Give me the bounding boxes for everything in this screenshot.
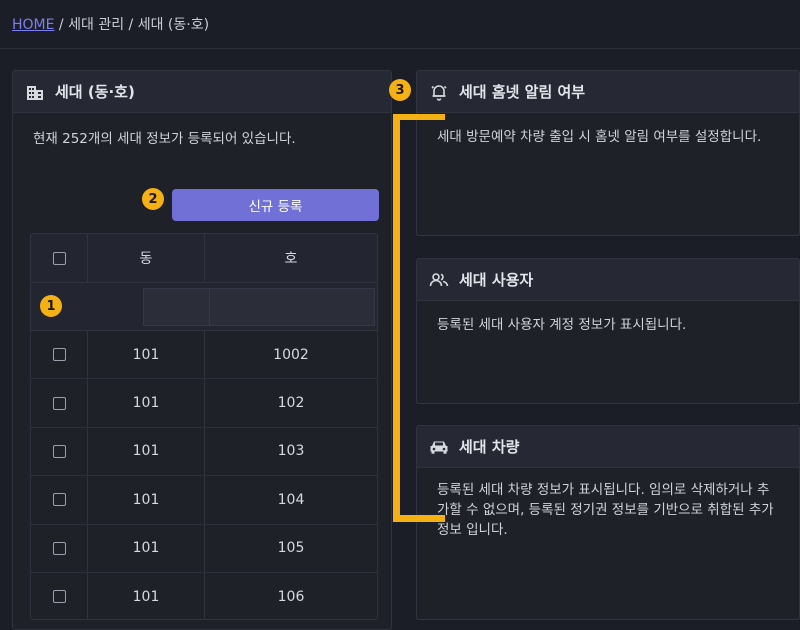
annotation-badge-1: 1 bbox=[40, 295, 62, 317]
table-row[interactable]: 101 102 bbox=[31, 379, 377, 428]
table-row[interactable]: 101 1002 bbox=[31, 331, 377, 380]
table-row[interactable]: 101 106 bbox=[31, 572, 377, 619]
homenet-alarm-title: 세대 홈넷 알림 여부 bbox=[459, 83, 586, 101]
row-checkbox[interactable] bbox=[52, 590, 66, 604]
row-dong: 101 bbox=[132, 588, 160, 605]
homenet-alarm-header: 세대 홈넷 알림 여부 bbox=[417, 71, 799, 113]
row-ho: 105 bbox=[277, 540, 305, 557]
household-panel-header: 세대 (동·호) bbox=[13, 71, 391, 113]
annotation-bracket-vertical bbox=[393, 114, 400, 522]
column-header-dong[interactable]: 동 bbox=[140, 248, 153, 268]
breadcrumb-separator: / bbox=[124, 17, 138, 33]
row-dong: 101 bbox=[132, 346, 160, 363]
household-users-panel: 세대 사용자 등록된 세대 사용자 계정 정보가 표시됩니다. bbox=[416, 258, 800, 404]
row-ho: 103 bbox=[277, 443, 305, 460]
breadcrumb-home-link[interactable]: HOME bbox=[12, 17, 54, 33]
row-checkbox[interactable] bbox=[52, 444, 66, 458]
breadcrumb: HOME / 세대 관리 / 세대 (동·호) bbox=[12, 14, 209, 34]
row-ho: 106 bbox=[277, 588, 305, 605]
users-icon bbox=[429, 270, 449, 290]
annotation-badge-3: 3 bbox=[389, 79, 411, 101]
household-users-header: 세대 사용자 bbox=[417, 259, 799, 301]
household-table: 동 호 101 1002 101 102 101 103 101 104 101 105 101 10… bbox=[30, 233, 378, 620]
household-vehicle-panel: 세대 차량 등록된 세대 차량 정보가 표시됩니다. 임의로 삭제하거나 추가할… bbox=[416, 425, 800, 620]
annotation-bracket-top bbox=[393, 114, 445, 120]
column-header-ho[interactable]: 호 bbox=[285, 248, 298, 268]
table-row[interactable]: 101 104 bbox=[31, 476, 377, 525]
row-dong: 101 bbox=[132, 395, 160, 412]
select-all-checkbox[interactable] bbox=[52, 251, 66, 265]
breadcrumb-section[interactable]: 세대 관리 bbox=[68, 17, 124, 33]
homenet-alarm-description: 세대 방문예약 차량 출입 시 홈넷 알림 여부를 설정합니다. bbox=[437, 129, 762, 145]
household-vehicle-description: 등록된 세대 차량 정보가 표시됩니다. 임의로 삭제하거나 추가할 수 없으며… bbox=[437, 482, 774, 538]
row-ho: 102 bbox=[277, 395, 305, 412]
new-register-button[interactable]: 신규 등록 bbox=[172, 189, 379, 221]
row-dong: 101 bbox=[132, 443, 160, 460]
homenet-alarm-panel: 세대 홈넷 알림 여부 세대 방문예약 차량 출입 시 홈넷 알림 여부를 설정… bbox=[416, 70, 800, 236]
building-icon bbox=[25, 82, 45, 102]
household-users-description: 등록된 세대 사용자 계정 정보가 표시됩니다. bbox=[437, 317, 687, 333]
table-row[interactable]: 101 103 bbox=[31, 427, 377, 477]
breadcrumb-separator: / bbox=[54, 17, 69, 33]
header-divider bbox=[0, 48, 800, 49]
table-filter-row bbox=[31, 283, 377, 331]
row-checkbox[interactable] bbox=[52, 348, 66, 362]
row-dong: 101 bbox=[132, 540, 160, 557]
car-icon bbox=[429, 437, 449, 457]
row-checkbox[interactable] bbox=[52, 396, 66, 410]
household-panel-title: 세대 (동·호) bbox=[55, 83, 135, 101]
household-description: 현재 252개의 세대 정보가 등록되어 있습니다. bbox=[33, 131, 296, 147]
row-dong: 101 bbox=[132, 491, 160, 508]
row-ho: 1002 bbox=[273, 346, 309, 363]
household-vehicle-header: 세대 차량 bbox=[417, 426, 799, 468]
bell-icon bbox=[429, 82, 449, 102]
row-ho: 104 bbox=[277, 491, 305, 508]
annotation-badge-2: 2 bbox=[142, 188, 164, 210]
row-checkbox[interactable] bbox=[52, 493, 66, 507]
table-header-row: 동 호 bbox=[31, 234, 377, 283]
ho-filter-input[interactable] bbox=[209, 287, 375, 326]
household-vehicle-title: 세대 차량 bbox=[459, 438, 520, 456]
row-checkbox[interactable] bbox=[52, 541, 66, 555]
breadcrumb-current: 세대 (동·호) bbox=[137, 17, 210, 33]
household-users-title: 세대 사용자 bbox=[459, 271, 534, 289]
annotation-bracket-bottom bbox=[393, 515, 445, 522]
table-row[interactable]: 101 105 bbox=[31, 524, 377, 573]
